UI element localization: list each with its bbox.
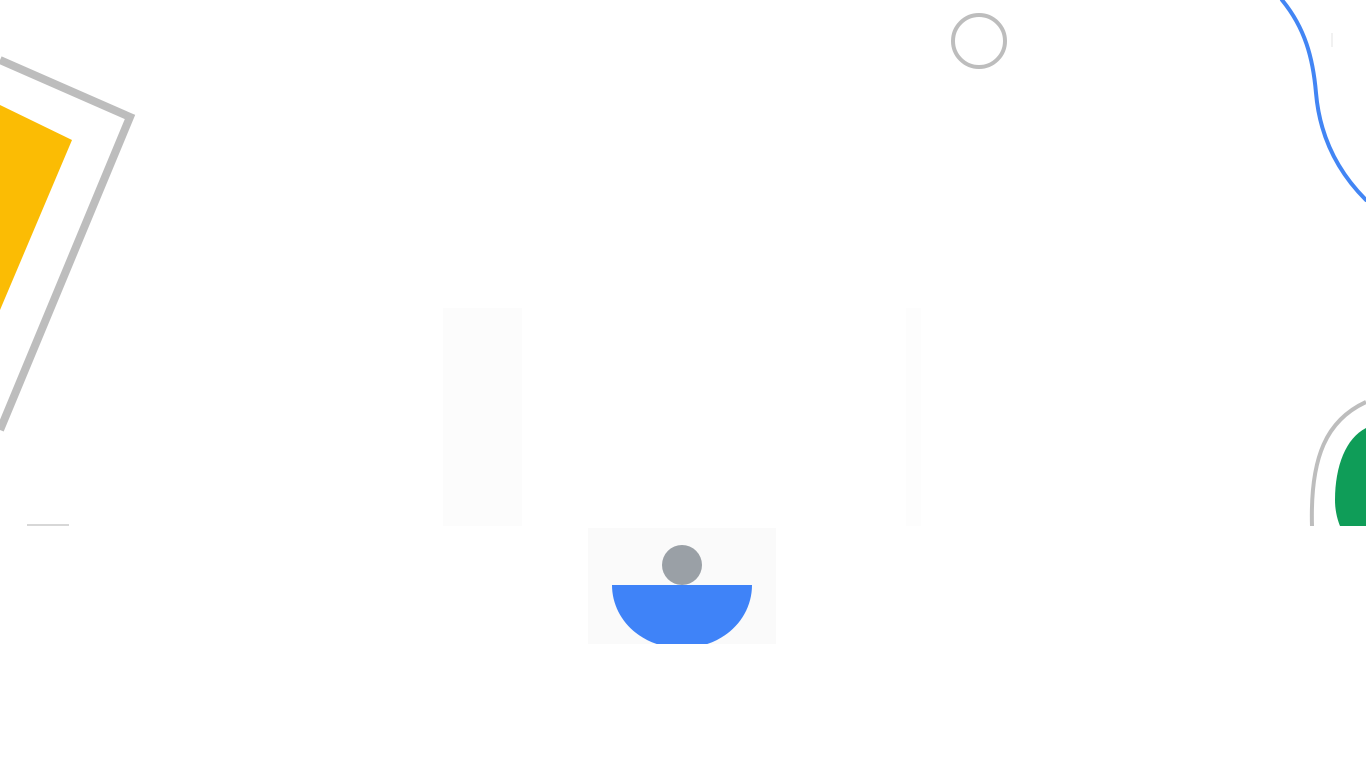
loading-placeholder-left: [443, 308, 522, 526]
faint-mark: [1331, 33, 1333, 47]
loading-placeholder-right: [906, 308, 921, 526]
background-decorations: [0, 0, 1366, 527]
person-avatar-icon: [612, 545, 752, 644]
loading-page: [0, 0, 1366, 768]
avatar-head-shape: [662, 545, 702, 585]
avatar-illustration: [588, 528, 776, 644]
blue-wave-shape: [1280, 0, 1366, 202]
divider-line: [27, 524, 69, 526]
gray-circle-outline-shape: [951, 13, 1007, 69]
green-half-circle-shape: [1335, 428, 1366, 526]
avatar-body-shape: [612, 585, 752, 644]
